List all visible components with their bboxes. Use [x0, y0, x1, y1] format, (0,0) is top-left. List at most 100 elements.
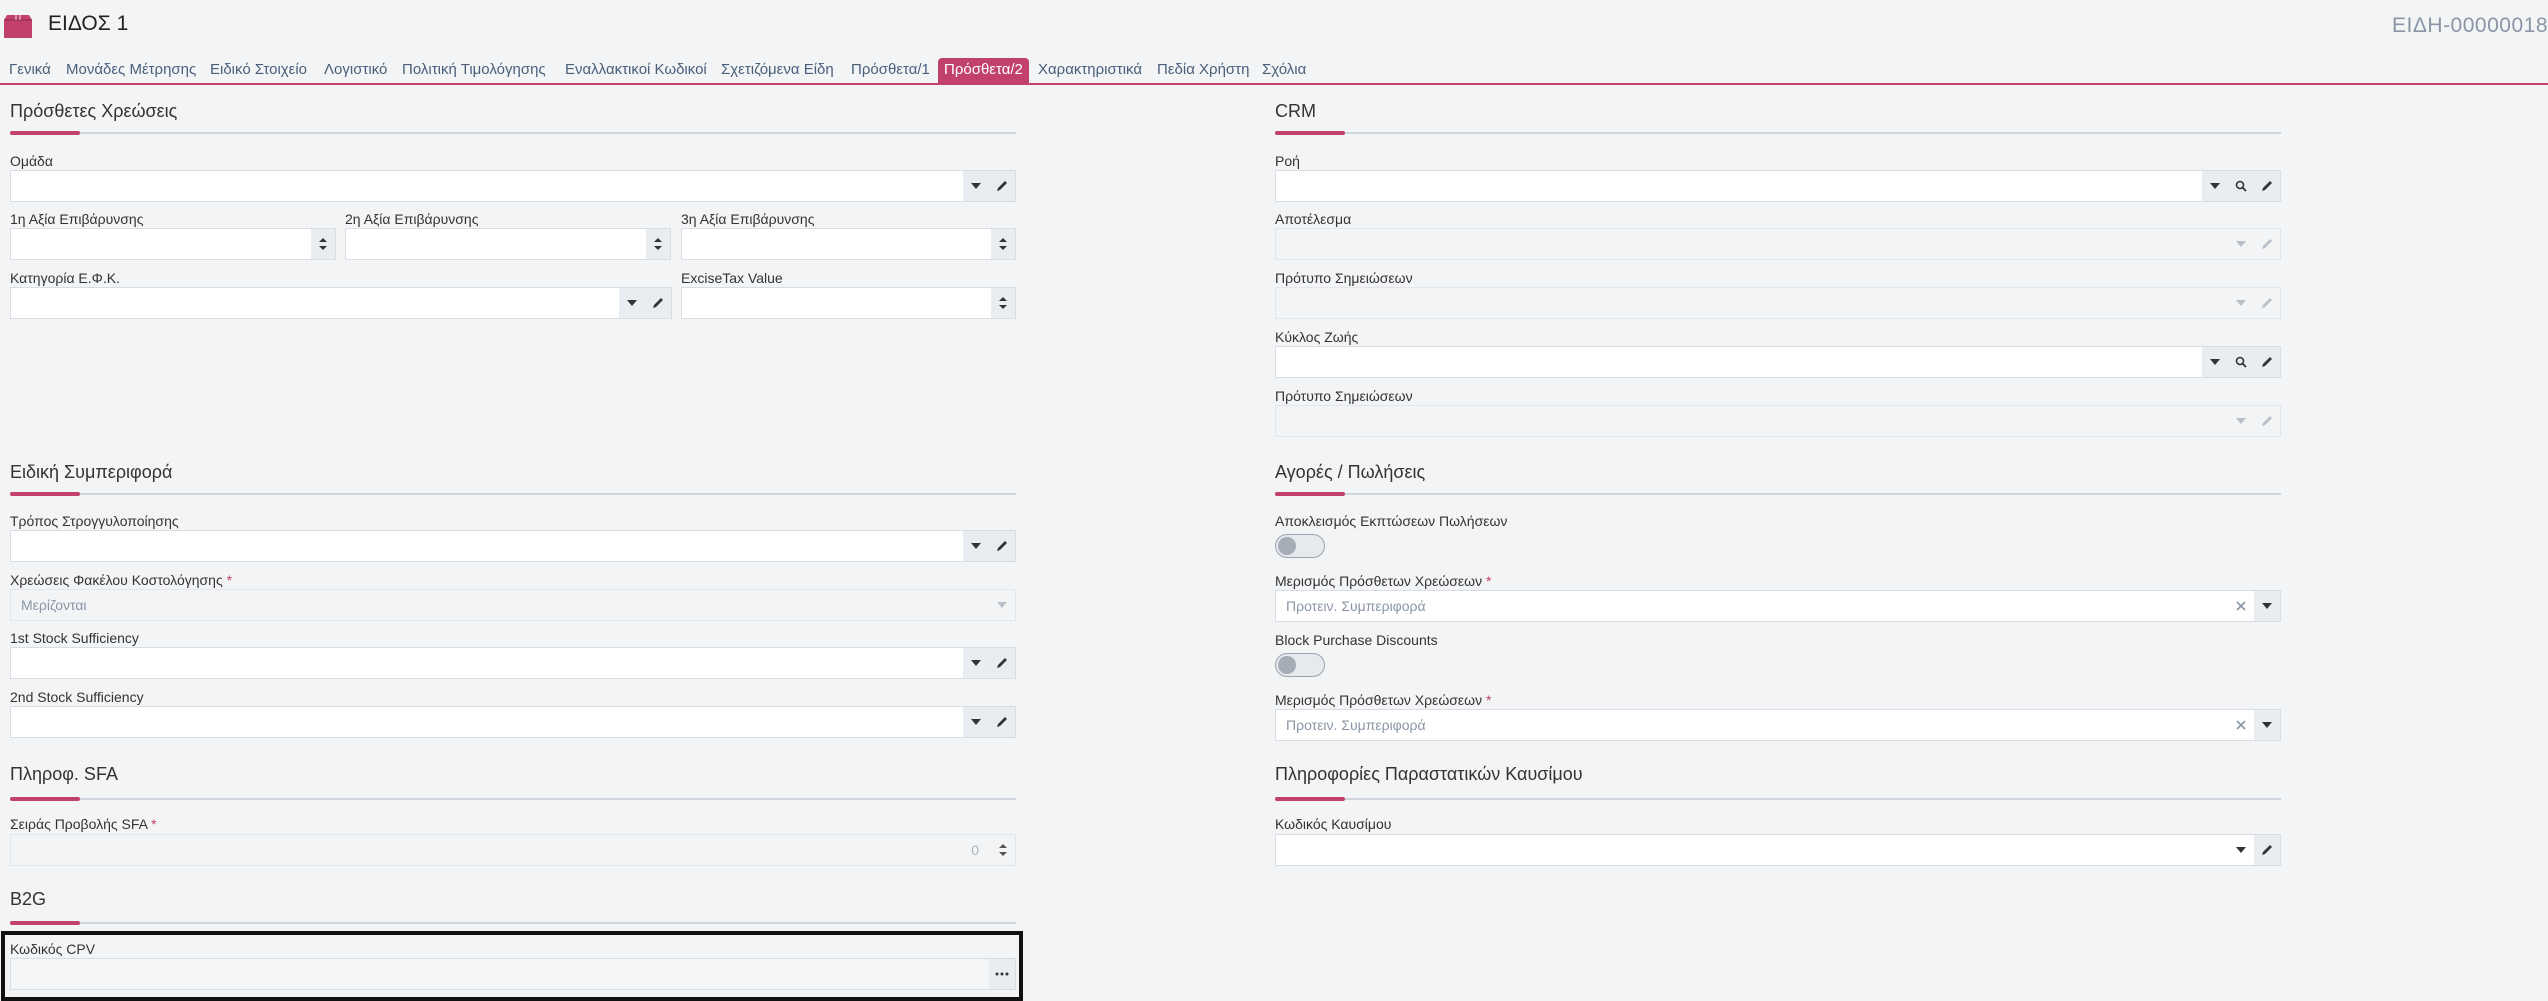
split2-value: Προτειν. Συμπεριφορά [1286, 717, 1426, 733]
chevron-down-icon[interactable] [2228, 835, 2254, 865]
tab-extra-2[interactable]: Πρόσθετα/2 [938, 58, 1029, 83]
pencil-icon[interactable] [989, 648, 1015, 678]
efk-field[interactable] [10, 287, 672, 319]
chevron-down-icon [2228, 288, 2254, 318]
tab-related-items[interactable]: Σχετιζόμενα Είδη [715, 58, 840, 83]
pencil-icon[interactable] [2254, 171, 2280, 201]
rounding-field[interactable] [10, 530, 1016, 562]
sfa-order-input: 0 [10, 834, 1016, 866]
clear-icon[interactable] [2228, 710, 2254, 740]
stock2-field[interactable] [10, 706, 1016, 738]
section-accent [10, 492, 80, 496]
pencil-icon [2254, 288, 2280, 318]
chevron-down-icon[interactable] [963, 531, 989, 561]
flow-field[interactable] [1275, 170, 2281, 202]
section-title-fuel: Πληροφορίες Παραστατικών Καυσίμου [1275, 764, 1583, 784]
flow-label: Ροή [1275, 153, 1300, 169]
tab-pricing-policy[interactable]: Πολιτική Τιμολόγησης [396, 58, 552, 83]
costing-label: Χρεώσεις Φακέλου Κοστολόγησης * [10, 572, 233, 588]
pencil-icon[interactable] [989, 531, 1015, 561]
pencil-icon[interactable] [2254, 347, 2280, 377]
box-icon [3, 12, 33, 40]
section-divider [10, 798, 1016, 800]
chevron-down-icon[interactable] [963, 707, 989, 737]
page-header: ΕΙΔΟΣ 1 ΕΙΔΗ-00000018 [0, 0, 2548, 52]
section-title-extra-charges: Πρόσθετες Χρεώσεις [10, 101, 178, 121]
lifecycle-label: Κύκλος Ζωής [1275, 329, 1359, 345]
section-divider [1275, 493, 2281, 495]
notes-template1-label: Πρότυπο Σημειώσεων [1275, 270, 1413, 286]
search-icon[interactable] [2228, 171, 2254, 201]
chevron-down-icon[interactable] [2254, 591, 2280, 621]
search-icon[interactable] [2228, 347, 2254, 377]
group-field[interactable] [10, 170, 1016, 202]
clear-icon[interactable] [2228, 591, 2254, 621]
tab-special-item[interactable]: Ειδικό Στοιχείο [204, 58, 313, 83]
stock2-label: 2nd Stock Sufficiency [10, 689, 144, 705]
burden2-input[interactable] [345, 228, 671, 260]
fuel-code-field[interactable] [1275, 834, 2281, 866]
sfa-order-value: 0 [971, 842, 979, 858]
cpv-label: Κωδικός CPV [10, 941, 96, 957]
chevron-down-icon[interactable] [2202, 347, 2228, 377]
burden3-input[interactable] [681, 228, 1016, 260]
stock1-field[interactable] [10, 647, 1016, 679]
pencil-icon[interactable] [989, 171, 1015, 201]
section-divider [1275, 798, 2281, 800]
section-title-special: Ειδική Συμπεριφορά [10, 462, 173, 482]
result-field [1275, 228, 2281, 260]
chevron-down-icon[interactable] [619, 288, 645, 318]
section-divider [10, 132, 1016, 134]
tab-extra-1[interactable]: Πρόσθετα/1 [845, 58, 936, 83]
excise-input[interactable] [681, 287, 1016, 319]
chevron-down-icon [2228, 406, 2254, 436]
chevron-down-icon[interactable] [963, 171, 989, 201]
spinner-icon[interactable] [991, 288, 1015, 318]
chevron-down-icon[interactable] [2202, 171, 2228, 201]
split2-select[interactable]: Προτειν. Συμπεριφορά [1275, 709, 2281, 741]
section-accent [10, 797, 80, 801]
costing-value: Μερίζονται [21, 597, 87, 613]
tab-accounting[interactable]: Λογιστικό [318, 58, 393, 83]
fuel-code-label: Κωδικός Καυσίμου [1275, 816, 1392, 832]
section-accent [1275, 131, 1345, 135]
rounding-label: Τρόπος Στρογγυλοποίησης [10, 513, 179, 529]
efk-label: Κατηγορία Ε.Φ.Κ. [10, 270, 120, 286]
chevron-down-icon[interactable] [2254, 710, 2280, 740]
block-discounts-label: Block Purchase Discounts [1275, 632, 1438, 648]
exclude-discounts-toggle[interactable] [1275, 534, 1325, 558]
tab-user-fields[interactable]: Πεδία Χρήστη [1151, 58, 1255, 83]
more-icon[interactable] [989, 959, 1015, 989]
pencil-icon[interactable] [645, 288, 671, 318]
section-title-b2g: B2G [10, 889, 47, 909]
spinner-icon[interactable] [311, 229, 335, 259]
excise-label: ExciseTax Value [681, 270, 783, 286]
split1-value: Προτειν. Συμπεριφορά [1286, 598, 1426, 614]
tab-characteristics[interactable]: Χαρακτηριστικά [1032, 58, 1148, 83]
notes-template2-field [1275, 405, 2281, 437]
block-discounts-toggle[interactable] [1275, 653, 1325, 677]
chevron-down-icon[interactable] [963, 648, 989, 678]
spinner-icon[interactable] [991, 229, 1015, 259]
record-code: ΕΙΔΗ-00000018 [2392, 14, 2548, 37]
tab-units[interactable]: Μονάδες Μέτρησης [60, 58, 202, 83]
stock1-label: 1st Stock Sufficiency [10, 630, 139, 646]
group-label: Ομάδα [10, 153, 53, 169]
pencil-icon[interactable] [2254, 835, 2280, 865]
split2-label: Μερισμός Πρόσθετων Χρεώσεων * [1275, 692, 1492, 708]
split1-select[interactable]: Προτειν. Συμπεριφορά [1275, 590, 2281, 622]
notes-template2-label: Πρότυπο Σημειώσεων [1275, 388, 1413, 404]
section-divider [10, 922, 1016, 924]
tab-bar: Γενικά Μονάδες Μέτρησης Ειδικό Στοιχείο … [0, 58, 2548, 85]
spinner-icon[interactable] [646, 229, 670, 259]
tab-comments[interactable]: Σχόλια [1256, 58, 1312, 83]
tab-alt-codes[interactable]: Εναλλακτικοί Κωδικοί [559, 58, 713, 83]
tab-general[interactable]: Γενικά [3, 58, 57, 83]
spinner-icon [991, 835, 1015, 865]
lifecycle-field[interactable] [1275, 346, 2281, 378]
chevron-down-icon [2228, 229, 2254, 259]
costing-select: Μερίζονται [10, 589, 1016, 621]
cpv-field[interactable] [10, 958, 1016, 990]
burden1-input[interactable] [10, 228, 336, 260]
pencil-icon[interactable] [989, 707, 1015, 737]
